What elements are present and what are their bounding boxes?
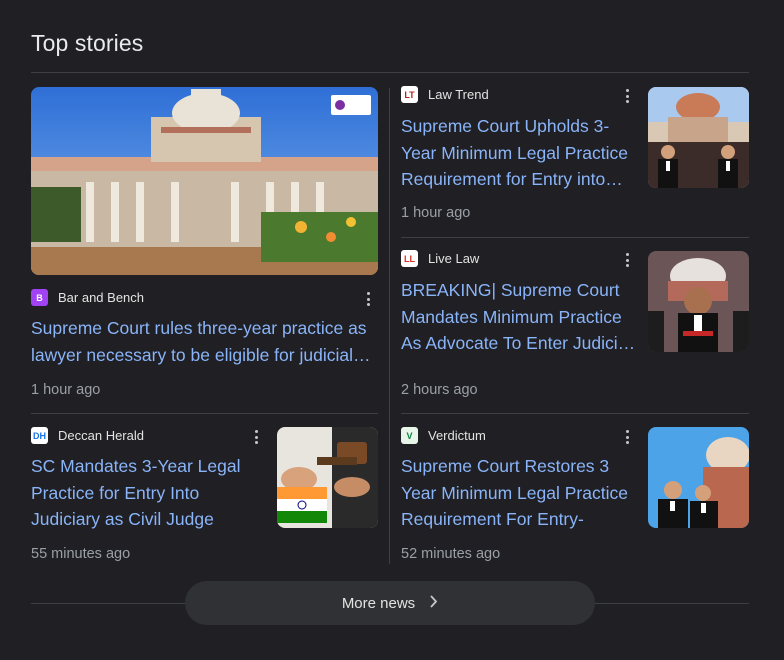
law-trend-favicon-icon: LT <box>401 86 418 103</box>
more-options-icon[interactable] <box>622 428 632 446</box>
more-options-icon[interactable] <box>622 251 632 269</box>
story-thumbnail[interactable] <box>31 87 378 275</box>
story-thumbnail[interactable] <box>277 427 378 528</box>
more-options-icon[interactable] <box>363 290 373 308</box>
bar-and-bench-favicon-icon: B <box>31 289 48 306</box>
story-source: Deccan Herald <box>58 428 144 443</box>
more-news-button[interactable]: More news <box>185 581 595 625</box>
deccan-herald-favicon-icon: DH <box>31 427 48 444</box>
more-options-icon[interactable] <box>251 428 261 446</box>
more-news-label: More news <box>341 594 416 612</box>
row-divider <box>401 237 749 238</box>
story-thumbnail[interactable] <box>648 427 749 528</box>
story-source: Live Law <box>428 251 480 266</box>
live-law-favicon-icon: LL <box>401 250 418 267</box>
story-time: 52 minutes ago <box>401 546 501 562</box>
story-thumbnail[interactable] <box>648 251 749 352</box>
story-thumbnail[interactable] <box>648 87 749 188</box>
story-time: 2 hours ago <box>401 382 478 398</box>
section-title: Top stories <box>31 30 144 56</box>
story-source: Verdictum <box>428 428 486 443</box>
chevron-right-icon <box>429 594 438 612</box>
story-headline[interactable]: Supreme Court Restores 3 Year Minimum Le… <box>401 453 637 533</box>
top-divider <box>31 72 749 73</box>
column-divider <box>389 88 390 564</box>
row-divider <box>401 413 749 414</box>
story-time: 1 hour ago <box>31 382 101 398</box>
row-divider <box>31 413 378 414</box>
more-options-icon[interactable] <box>622 87 632 105</box>
story-headline[interactable]: Supreme Court rules three-year practice … <box>31 315 378 368</box>
verdictum-favicon-icon: V <box>401 427 418 444</box>
story-headline[interactable]: SC Mandates 3-Year Legal Practice for En… <box>31 453 256 533</box>
story-headline[interactable]: Supreme Court Upholds 3-Year Minimum Leg… <box>401 113 637 193</box>
story-time: 1 hour ago <box>401 205 471 221</box>
story-source: Law Trend <box>428 87 489 102</box>
story-headline[interactable]: BREAKING| Supreme Court Mandates Minimum… <box>401 277 637 357</box>
story-source: Bar and Bench <box>58 290 145 305</box>
story-time: 55 minutes ago <box>31 546 131 562</box>
